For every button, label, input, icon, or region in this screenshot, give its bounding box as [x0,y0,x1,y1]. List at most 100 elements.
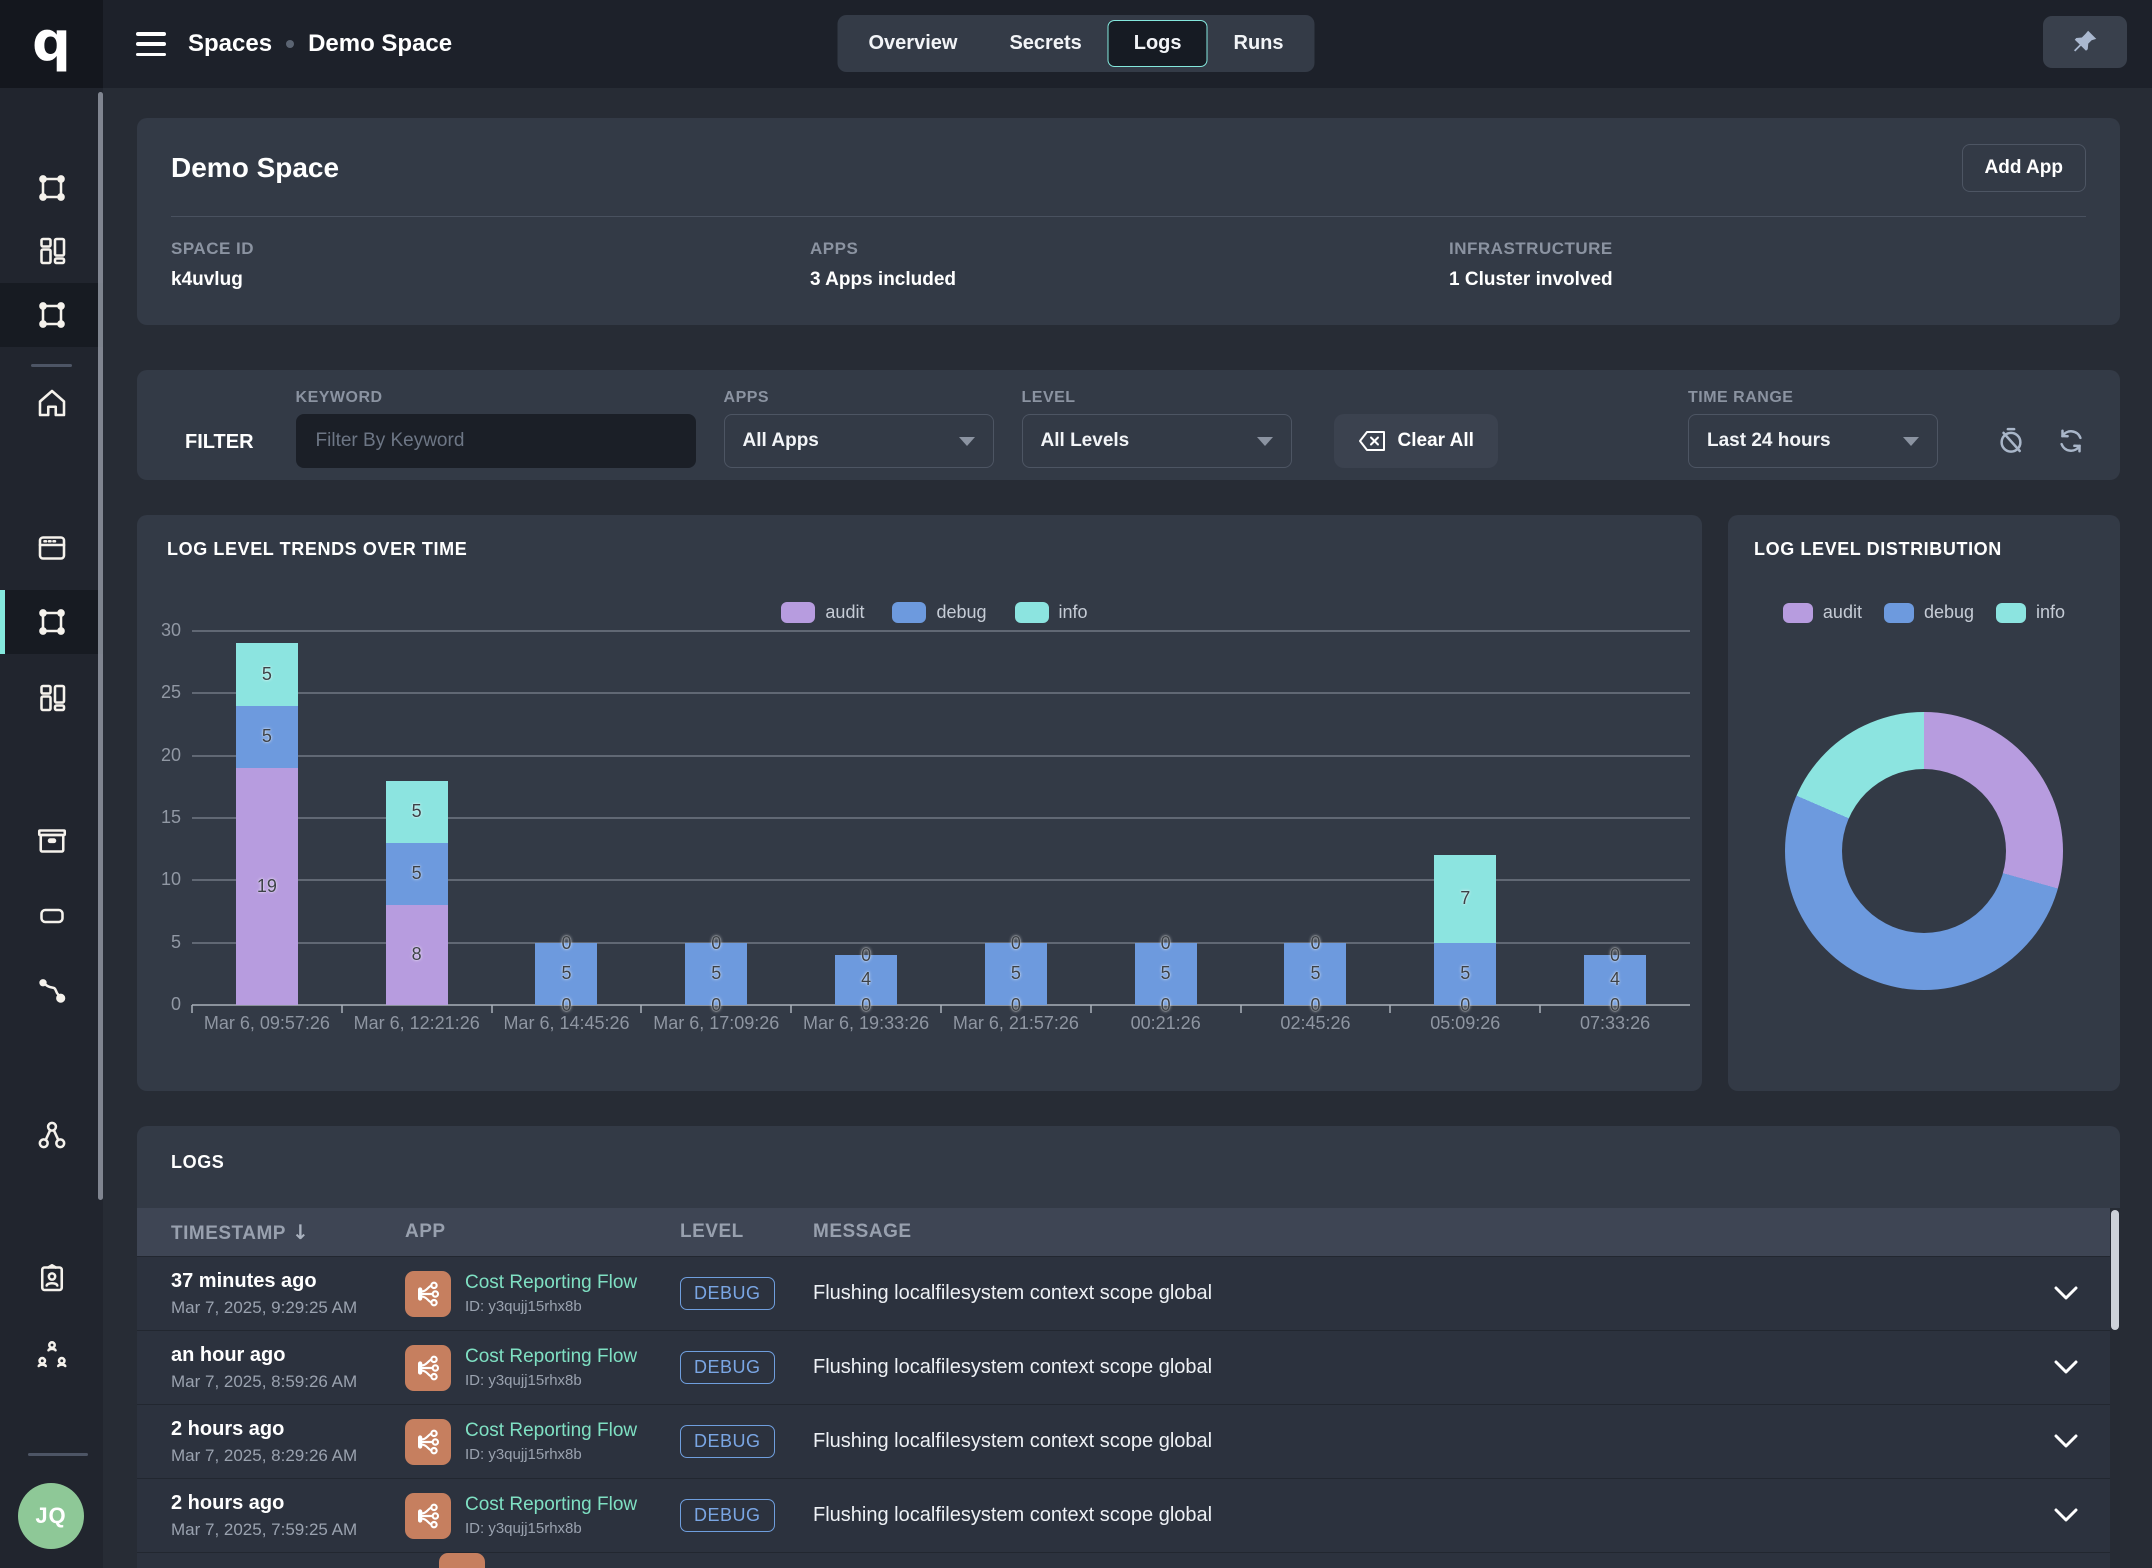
log-row[interactable]: 2 hours ago Mar 7, 2025, 7:59:25 AM [137,1478,2120,1552]
log-row[interactable]: an hour ago Mar 7, 2025, 8:59:26 AM [137,1330,2120,1404]
sidebar-item-hierarchy[interactable] [0,1103,103,1167]
donut-hole [1842,769,2006,933]
app-name-link[interactable]: Cost Reporting Flow [465,1420,637,1442]
y-axis-label: 25 [137,682,181,703]
app-flow-icon [439,1553,485,1568]
app-name-link[interactable]: Cost Reporting Flow [465,1346,637,1368]
trend-legend: audit debug info [167,602,1702,623]
sidebar-item-archive[interactable] [0,809,103,873]
chevron-down-icon [1257,437,1273,446]
column-app[interactable]: APP [405,1221,680,1243]
apps-label: APPS [810,239,1449,259]
legend-item-audit[interactable]: audit [1783,602,1862,623]
tab-secrets[interactable]: Secrets [983,20,1107,67]
column-level[interactable]: LEVEL [680,1221,813,1243]
y-axis-label: 0 [137,994,181,1015]
bar-segment-audit[interactable]: 8 [386,905,448,1005]
sidebar-item-route[interactable] [0,959,103,1023]
log-time-absolute: Mar 7, 2025, 9:29:25 AM [171,1298,405,1318]
keyword-input[interactable] [296,414,696,468]
logs-scrollbar-thumb[interactable] [2111,1210,2119,1330]
column-message[interactable]: MESSAGE [813,1221,2120,1243]
expand-row-button[interactable] [2054,1360,2078,1375]
trend-chart-title: LOG LEVEL TRENDS OVER TIME [167,539,1702,560]
sidebar-item-blocks-2[interactable] [0,666,103,730]
legend-item-audit[interactable]: audit [781,602,864,623]
log-time-absolute: Mar 7, 2025, 7:59:25 AM [171,1520,405,1540]
sidebar-item-audit-log[interactable] [0,1246,103,1310]
refresh-icon [2056,426,2086,456]
topbar: q Spaces Demo Space Overview Secrets Log… [0,0,2152,88]
bar-segment-info[interactable]: 5 [386,781,448,843]
tab-logs[interactable]: Logs [1108,20,1208,67]
user-avatar[interactable]: JQ [18,1483,84,1549]
x-axis-tick [1240,1005,1242,1013]
keyword-label: KEYWORD [296,389,696,407]
bar-segment-debug[interactable]: 5 [386,843,448,905]
clear-all-button[interactable]: Clear All [1334,414,1498,468]
add-app-button[interactable]: Add App [1962,144,2086,192]
app-name-link[interactable]: Cost Reporting Flow [465,1272,637,1294]
pin-button[interactable] [2043,16,2127,68]
legend-label: audit [1823,602,1862,623]
sidebar-item-frame-2-active[interactable] [0,283,103,347]
logs-title: LOGS [171,1152,2120,1173]
clear-all-label: Clear All [1398,430,1474,452]
tab-overview[interactable]: Overview [842,20,983,67]
app-logo[interactable]: q [0,0,103,88]
auto-refresh-off-button[interactable] [1996,426,2026,456]
x-axis-tick [191,1005,193,1013]
hamburger-menu-icon[interactable] [136,32,166,56]
sidebar-item-members[interactable] [0,1322,103,1386]
breadcrumb-spaces[interactable]: Spaces [188,30,272,58]
sidebar-item-window[interactable] [0,516,103,580]
sidebar-item-frame-1[interactable] [0,156,103,220]
apps-select[interactable]: All Apps [724,414,994,468]
bar-zero-label: 0 [685,995,747,1016]
sidebar-item-button[interactable] [0,884,103,948]
level-select[interactable]: All Levels [1022,414,1292,468]
tab-runs[interactable]: Runs [1208,20,1310,67]
sidebar-item-home[interactable] [0,371,103,435]
bar-segment-info[interactable]: 7 [1434,855,1496,942]
x-axis-label: Mar 6, 09:57:26 [204,1013,330,1034]
log-time-relative: 2 hours ago [171,1492,405,1515]
bar-value-label: 5 [1284,963,1346,984]
legend-item-info[interactable]: info [1015,602,1088,623]
x-axis-label: Mar 6, 19:33:26 [803,1013,929,1034]
bar-segment-audit[interactable]: 19 [236,768,298,1005]
bar-segment-info[interactable]: 5 [236,643,298,705]
bar-zero-label: 0 [1135,933,1197,954]
column-timestamp[interactable]: TIMESTAMP↓ [171,1220,405,1245]
info-swatch [1015,602,1049,623]
legend-label: debug [936,602,986,623]
expand-row-button[interactable] [2054,1286,2078,1301]
time-range-select[interactable]: Last 24 hours [1688,414,1938,468]
expand-row-button[interactable] [2054,1434,2078,1449]
x-axis-tick [491,1005,493,1013]
bar-value-label: 5 [985,963,1047,984]
log-row-partial[interactable] [137,1552,2120,1568]
logs-scrollbar-track[interactable] [2110,1208,2120,1568]
frame-icon [34,297,70,333]
donut-chart[interactable] [1785,712,2063,990]
log-row[interactable]: 37 minutes ago Mar 7, 2025, 9:29:25 AM [137,1256,2120,1330]
page-title: Demo Space [171,144,339,184]
legend-item-info[interactable]: info [1996,602,2065,623]
legend-item-debug[interactable]: debug [1884,602,1974,623]
bar-segment-debug[interactable]: 5 [236,706,298,768]
app-id: ID: y3qujj15rhx8b [465,1298,637,1315]
breadcrumb-separator [286,40,294,48]
legend-item-debug[interactable]: debug [892,602,986,623]
sidebar-item-blocks-1[interactable] [0,219,103,283]
legend-label: info [2036,602,2065,623]
log-message: Flushing localfilesystem context scope g… [813,1430,2054,1453]
bar-zero-label: 0 [1135,995,1197,1016]
bar-zero-label: 0 [985,933,1047,954]
sidebar-item-frame-active[interactable] [0,590,103,654]
app-name-link[interactable]: Cost Reporting Flow [465,1494,637,1516]
expand-row-button[interactable] [2054,1508,2078,1523]
refresh-button[interactable] [2056,426,2086,456]
log-time-relative: 2 hours ago [171,1418,405,1441]
log-row[interactable]: 2 hours ago Mar 7, 2025, 8:29:26 AM [137,1404,2120,1478]
